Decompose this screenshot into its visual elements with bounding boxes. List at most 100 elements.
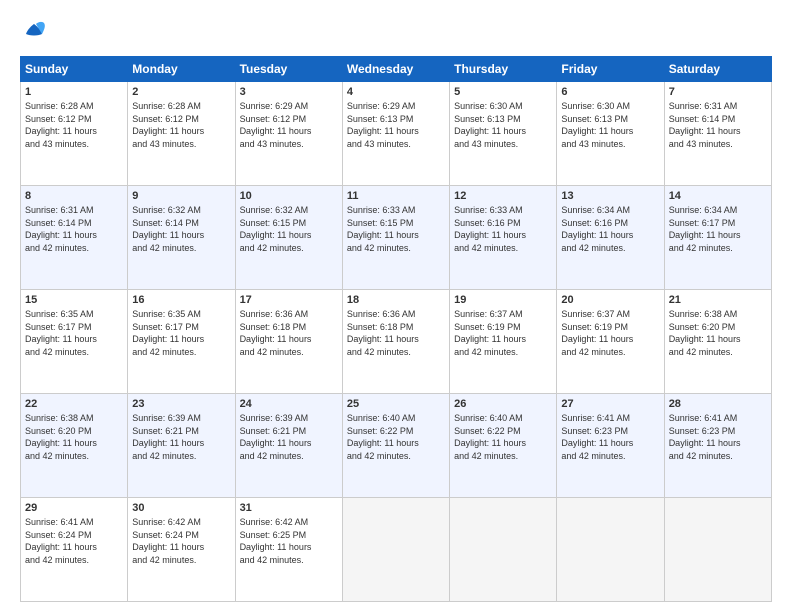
header-cell-thursday: Thursday	[450, 57, 557, 82]
day-info: Sunrise: 6:30 AM Sunset: 6:13 PM Dayligh…	[561, 100, 659, 150]
day-cell: 22 Sunrise: 6:38 AM Sunset: 6:20 PM Dayl…	[21, 394, 128, 498]
day-number: 22	[25, 398, 123, 410]
day-cell: 18 Sunrise: 6:36 AM Sunset: 6:18 PM Dayl…	[342, 290, 449, 394]
day-cell: 19 Sunrise: 6:37 AM Sunset: 6:19 PM Dayl…	[450, 290, 557, 394]
day-cell: 10 Sunrise: 6:32 AM Sunset: 6:15 PM Dayl…	[235, 186, 342, 290]
day-cell: 25 Sunrise: 6:40 AM Sunset: 6:22 PM Dayl…	[342, 394, 449, 498]
day-info: Sunrise: 6:33 AM Sunset: 6:16 PM Dayligh…	[454, 204, 552, 254]
day-info: Sunrise: 6:36 AM Sunset: 6:18 PM Dayligh…	[347, 308, 445, 358]
day-number: 13	[561, 190, 659, 202]
day-cell: 30 Sunrise: 6:42 AM Sunset: 6:24 PM Dayl…	[128, 498, 235, 602]
day-number: 27	[561, 398, 659, 410]
day-cell: 5 Sunrise: 6:30 AM Sunset: 6:13 PM Dayli…	[450, 82, 557, 186]
header-cell-tuesday: Tuesday	[235, 57, 342, 82]
day-cell: 3 Sunrise: 6:29 AM Sunset: 6:12 PM Dayli…	[235, 82, 342, 186]
day-info: Sunrise: 6:39 AM Sunset: 6:21 PM Dayligh…	[240, 412, 338, 462]
day-number: 8	[25, 190, 123, 202]
week-row: 29 Sunrise: 6:41 AM Sunset: 6:24 PM Dayl…	[21, 498, 772, 602]
header-cell-friday: Friday	[557, 57, 664, 82]
day-cell: 21 Sunrise: 6:38 AM Sunset: 6:20 PM Dayl…	[664, 290, 771, 394]
day-number: 24	[240, 398, 338, 410]
header-row: SundayMondayTuesdayWednesdayThursdayFrid…	[21, 57, 772, 82]
day-number: 4	[347, 86, 445, 98]
day-number: 9	[132, 190, 230, 202]
day-cell: 31 Sunrise: 6:42 AM Sunset: 6:25 PM Dayl…	[235, 498, 342, 602]
header-cell-wednesday: Wednesday	[342, 57, 449, 82]
day-number: 18	[347, 294, 445, 306]
day-info: Sunrise: 6:34 AM Sunset: 6:17 PM Dayligh…	[669, 204, 767, 254]
day-info: Sunrise: 6:32 AM Sunset: 6:15 PM Dayligh…	[240, 204, 338, 254]
day-number: 15	[25, 294, 123, 306]
day-number: 5	[454, 86, 552, 98]
day-info: Sunrise: 6:41 AM Sunset: 6:23 PM Dayligh…	[561, 412, 659, 462]
day-number: 10	[240, 190, 338, 202]
day-number: 2	[132, 86, 230, 98]
day-info: Sunrise: 6:33 AM Sunset: 6:15 PM Dayligh…	[347, 204, 445, 254]
day-number: 26	[454, 398, 552, 410]
calendar-header: SundayMondayTuesdayWednesdayThursdayFrid…	[21, 57, 772, 82]
day-info: Sunrise: 6:28 AM Sunset: 6:12 PM Dayligh…	[132, 100, 230, 150]
header-cell-sunday: Sunday	[21, 57, 128, 82]
day-cell: 15 Sunrise: 6:35 AM Sunset: 6:17 PM Dayl…	[21, 290, 128, 394]
day-cell: 14 Sunrise: 6:34 AM Sunset: 6:17 PM Dayl…	[664, 186, 771, 290]
day-cell	[664, 498, 771, 602]
day-cell: 27 Sunrise: 6:41 AM Sunset: 6:23 PM Dayl…	[557, 394, 664, 498]
day-number: 29	[25, 502, 123, 514]
day-info: Sunrise: 6:42 AM Sunset: 6:24 PM Dayligh…	[132, 516, 230, 566]
logo-icon	[20, 18, 48, 46]
page: SundayMondayTuesdayWednesdayThursdayFrid…	[0, 0, 792, 612]
header-cell-monday: Monday	[128, 57, 235, 82]
day-number: 31	[240, 502, 338, 514]
day-info: Sunrise: 6:38 AM Sunset: 6:20 PM Dayligh…	[669, 308, 767, 358]
day-cell	[557, 498, 664, 602]
day-cell: 7 Sunrise: 6:31 AM Sunset: 6:14 PM Dayli…	[664, 82, 771, 186]
day-info: Sunrise: 6:29 AM Sunset: 6:12 PM Dayligh…	[240, 100, 338, 150]
day-cell: 4 Sunrise: 6:29 AM Sunset: 6:13 PM Dayli…	[342, 82, 449, 186]
day-info: Sunrise: 6:28 AM Sunset: 6:12 PM Dayligh…	[25, 100, 123, 150]
day-number: 25	[347, 398, 445, 410]
day-cell: 24 Sunrise: 6:39 AM Sunset: 6:21 PM Dayl…	[235, 394, 342, 498]
day-info: Sunrise: 6:36 AM Sunset: 6:18 PM Dayligh…	[240, 308, 338, 358]
day-info: Sunrise: 6:42 AM Sunset: 6:25 PM Dayligh…	[240, 516, 338, 566]
day-cell: 12 Sunrise: 6:33 AM Sunset: 6:16 PM Dayl…	[450, 186, 557, 290]
day-cell: 23 Sunrise: 6:39 AM Sunset: 6:21 PM Dayl…	[128, 394, 235, 498]
day-info: Sunrise: 6:31 AM Sunset: 6:14 PM Dayligh…	[669, 100, 767, 150]
day-cell: 8 Sunrise: 6:31 AM Sunset: 6:14 PM Dayli…	[21, 186, 128, 290]
day-cell: 9 Sunrise: 6:32 AM Sunset: 6:14 PM Dayli…	[128, 186, 235, 290]
calendar-table: SundayMondayTuesdayWednesdayThursdayFrid…	[20, 56, 772, 602]
logo	[20, 18, 52, 46]
day-cell: 29 Sunrise: 6:41 AM Sunset: 6:24 PM Dayl…	[21, 498, 128, 602]
day-number: 11	[347, 190, 445, 202]
day-cell: 1 Sunrise: 6:28 AM Sunset: 6:12 PM Dayli…	[21, 82, 128, 186]
day-info: Sunrise: 6:41 AM Sunset: 6:23 PM Dayligh…	[669, 412, 767, 462]
day-info: Sunrise: 6:32 AM Sunset: 6:14 PM Dayligh…	[132, 204, 230, 254]
day-number: 1	[25, 86, 123, 98]
day-cell: 20 Sunrise: 6:37 AM Sunset: 6:19 PM Dayl…	[557, 290, 664, 394]
day-number: 6	[561, 86, 659, 98]
day-number: 16	[132, 294, 230, 306]
day-cell: 6 Sunrise: 6:30 AM Sunset: 6:13 PM Dayli…	[557, 82, 664, 186]
day-cell: 16 Sunrise: 6:35 AM Sunset: 6:17 PM Dayl…	[128, 290, 235, 394]
day-info: Sunrise: 6:37 AM Sunset: 6:19 PM Dayligh…	[561, 308, 659, 358]
day-number: 12	[454, 190, 552, 202]
day-cell: 28 Sunrise: 6:41 AM Sunset: 6:23 PM Dayl…	[664, 394, 771, 498]
day-info: Sunrise: 6:41 AM Sunset: 6:24 PM Dayligh…	[25, 516, 123, 566]
day-number: 19	[454, 294, 552, 306]
header	[20, 18, 772, 46]
day-info: Sunrise: 6:31 AM Sunset: 6:14 PM Dayligh…	[25, 204, 123, 254]
calendar-body: 1 Sunrise: 6:28 AM Sunset: 6:12 PM Dayli…	[21, 82, 772, 602]
day-cell: 2 Sunrise: 6:28 AM Sunset: 6:12 PM Dayli…	[128, 82, 235, 186]
day-cell: 11 Sunrise: 6:33 AM Sunset: 6:15 PM Dayl…	[342, 186, 449, 290]
day-cell	[450, 498, 557, 602]
day-info: Sunrise: 6:37 AM Sunset: 6:19 PM Dayligh…	[454, 308, 552, 358]
day-info: Sunrise: 6:40 AM Sunset: 6:22 PM Dayligh…	[454, 412, 552, 462]
day-cell: 17 Sunrise: 6:36 AM Sunset: 6:18 PM Dayl…	[235, 290, 342, 394]
day-info: Sunrise: 6:38 AM Sunset: 6:20 PM Dayligh…	[25, 412, 123, 462]
day-cell: 13 Sunrise: 6:34 AM Sunset: 6:16 PM Dayl…	[557, 186, 664, 290]
day-cell: 26 Sunrise: 6:40 AM Sunset: 6:22 PM Dayl…	[450, 394, 557, 498]
day-number: 3	[240, 86, 338, 98]
day-number: 14	[669, 190, 767, 202]
day-info: Sunrise: 6:39 AM Sunset: 6:21 PM Dayligh…	[132, 412, 230, 462]
week-row: 15 Sunrise: 6:35 AM Sunset: 6:17 PM Dayl…	[21, 290, 772, 394]
day-number: 23	[132, 398, 230, 410]
